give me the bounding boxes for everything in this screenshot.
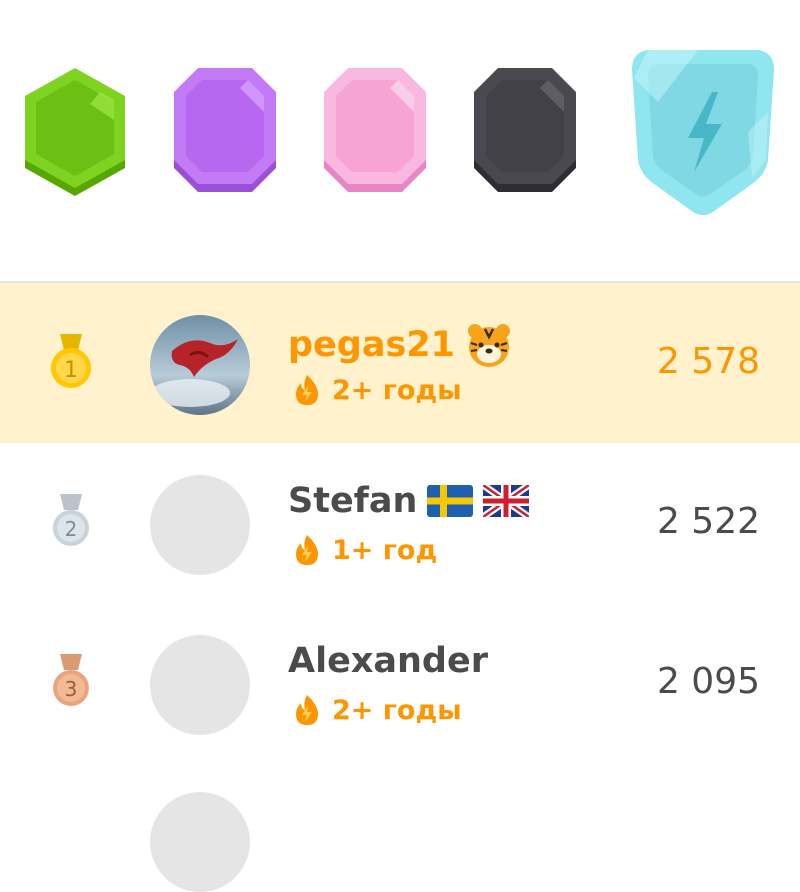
streak-label: 1+ год [332,534,438,566]
xp-value: 2 522 [656,501,760,542]
username-text: Alexander [288,641,488,681]
purple-league-badge[interactable] [170,68,280,198]
streak-badge: 2+ годы [290,693,462,727]
streak-label: 2+ годы [332,374,462,406]
username: Alexander [288,641,488,681]
xp-value: 2 095 [656,661,760,702]
username: Stefan [288,481,530,521]
bronze-medal-icon: 3 [53,654,89,706]
tiger-emoji-icon [468,324,511,367]
diamond-league-badge[interactable] [628,42,778,220]
streak-badge: 2+ годы [290,373,462,407]
flame-icon [296,535,318,565]
leaderboard-row-3[interactable]: 3 Alexander 2+ годы 2 095 [0,603,800,763]
gold-medal-icon: 1 [51,334,91,388]
rank-number: 1 [64,358,78,383]
dark-league-badge[interactable] [470,68,580,198]
flame-icon [296,375,318,405]
uk-flag-icon [483,485,530,517]
avatar[interactable] [150,475,250,575]
username: pegas21 [288,321,513,369]
pink-league-badge[interactable] [320,68,430,198]
sweden-flag-icon [427,485,474,517]
streak-badge: 1+ год [290,533,437,567]
avatar[interactable] [150,635,250,735]
leaderboard-row-1[interactable]: 1 pegas21 2+ годы 2 578 [0,283,800,443]
rank-number: 2 [65,517,78,541]
green-league-badge[interactable] [20,68,130,200]
silver-medal-icon: 2 [53,494,89,546]
streak-label: 2+ годы [332,694,462,726]
league-badges [0,0,800,282]
username-text: Stefan [288,481,418,521]
leaderboard-row-2[interactable]: 2 Stefan 1+ год 2 522 [0,443,800,603]
avatar[interactable] [150,315,250,415]
flame-icon [296,695,318,725]
rank-number: 3 [65,677,78,701]
xp-value: 2 578 [656,341,760,382]
avatar[interactable] [150,792,250,892]
avatar-image [150,315,250,415]
username-text: pegas21 [288,325,456,365]
